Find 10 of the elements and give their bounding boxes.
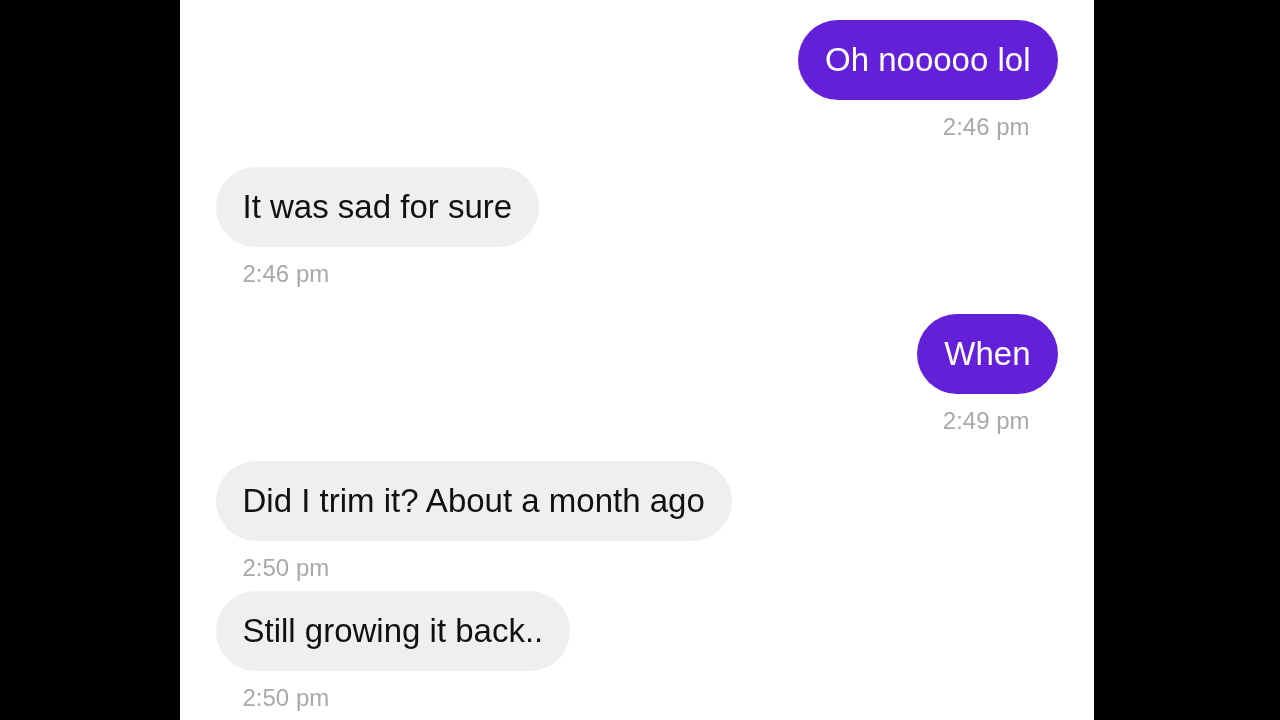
message-time: 2:46 pm [941, 112, 1031, 142]
message-time: 2:50 pm [241, 683, 331, 713]
message-time: 2:49 pm [941, 406, 1031, 436]
message-time: 2:46 pm [241, 259, 331, 289]
received-message-bubble: It was sad for sure [215, 167, 540, 247]
message-time: 2:50 pm [241, 553, 331, 583]
received-message-bubble: Did I trim it? About a month ago [215, 461, 732, 541]
received-message-bubble: Still growing it back.. [215, 591, 571, 671]
sent-message-bubble: When [917, 314, 1058, 394]
sent-message-bubble: Oh nooooo lol [798, 20, 1058, 100]
